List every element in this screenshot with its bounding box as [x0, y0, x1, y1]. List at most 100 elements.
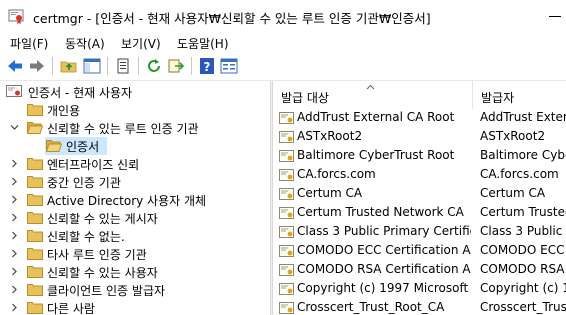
table-row[interactable]: Certum CA Certum CA	[273, 185, 566, 204]
folder-icon	[27, 230, 43, 242]
certificate-icon	[279, 169, 294, 181]
issued-by-cell: COMODO RSA C	[480, 262, 566, 276]
chevron-right-icon[interactable]	[10, 159, 19, 168]
show-hide-tree-icon[interactable]	[83, 57, 101, 75]
certificate-icon	[279, 207, 294, 219]
issued-by-cell: Certum Trusted	[480, 205, 566, 219]
chevron-right-icon[interactable]	[10, 177, 19, 186]
tree-item-label: 신뢰할 수 있는 게시자	[47, 212, 158, 226]
issued-to-cell: AddTrust External CA Root	[297, 110, 455, 124]
certificate-icon	[279, 264, 294, 276]
table-row[interactable]: Certum Trusted Network CA Certum Trusted	[273, 204, 566, 223]
folder-open-icon	[27, 122, 43, 134]
certmgr-app-icon	[8, 9, 24, 24]
certificate-icon	[279, 131, 294, 143]
column-header-issued-to[interactable]: 발급 대상	[273, 81, 473, 109]
tree-item-client-auth-issuers[interactable]: 클라이언트 인증 발급자	[0, 281, 270, 299]
menu-file[interactable]: 파일(F)	[10, 35, 48, 52]
tree-root[interactable]: 인증서 - 현재 사용자	[0, 83, 270, 101]
issued-to-cell: CA.forcs.com	[297, 167, 376, 181]
folder-icon	[27, 302, 43, 314]
issued-by-cell: CA.forcs.com	[480, 167, 559, 181]
chevron-right-icon[interactable]	[10, 303, 19, 312]
issued-by-cell: Baltimore Cyber	[480, 148, 566, 162]
table-row[interactable]: CA.forcs.com CA.forcs.com	[273, 166, 566, 185]
issued-to-cell: Certum Trusted Network CA	[297, 205, 464, 219]
column-header-issued-by[interactable]: 발급자	[473, 81, 566, 109]
issued-to-cell: Copyright (c) 1997 Microsoft ...	[297, 281, 471, 295]
chevron-right-icon[interactable]	[10, 249, 19, 258]
certificate-icon	[279, 150, 294, 162]
menu-view[interactable]: 보기(V)	[121, 35, 161, 52]
folder-open-icon	[46, 140, 62, 152]
issued-by-cell: AddTrust External	[480, 110, 566, 124]
column-header-label: 발급 대상	[281, 91, 329, 105]
sort-ascending-icon	[366, 84, 375, 90]
chevron-down-icon[interactable]	[10, 123, 19, 132]
menu-help[interactable]: 도움말(H)	[177, 35, 229, 52]
issued-to-cell: ASTxRoot2	[297, 129, 363, 143]
tree-item-intermediate-ca[interactable]: 중간 인증 기관	[0, 173, 270, 191]
copy-icon[interactable]	[114, 57, 132, 75]
tree-item-trusted-root[interactable]: 신뢰할 수 있는 루트 인증 기관	[0, 119, 270, 137]
issued-to-cell: Certum CA	[297, 186, 363, 200]
chevron-right-icon[interactable]	[10, 231, 19, 240]
menu-action[interactable]: 동작(A)	[65, 35, 105, 52]
chevron-right-icon[interactable]	[10, 213, 19, 222]
tree-item-label: 엔터프라이즈 신뢰	[47, 158, 140, 172]
tree-item-label: 신뢰할 수 있는 사용자	[47, 266, 158, 280]
export-list-icon[interactable]	[167, 57, 185, 75]
table-row[interactable]: Crosscert_Trust_Root_CA Crosscert_Trust	[273, 299, 566, 315]
tree-item-trusted-people[interactable]: 신뢰할 수 있는 사용자	[0, 263, 270, 281]
issued-by-cell: Crosscert_Trust	[480, 300, 566, 314]
toolbar-separator	[107, 57, 108, 75]
tree-item-personal[interactable]: 개인용	[0, 101, 270, 119]
forward-arrow-icon[interactable]	[28, 57, 46, 75]
back-arrow-icon[interactable]	[6, 57, 24, 75]
table-row[interactable]: Baltimore CyberTrust Root Baltimore Cyber	[273, 147, 566, 166]
certificate-icon	[279, 302, 294, 314]
tree-item-third-party-root[interactable]: 타사 루트 인증 기관	[0, 245, 270, 263]
issued-to-cell: COMODO RSA Certification A...	[297, 262, 471, 276]
minimize-button[interactable]	[538, 6, 566, 26]
issued-by-cell: Class 3 Public P	[480, 224, 566, 238]
toolbar-separator	[138, 57, 139, 75]
tree-item-ad-user-object[interactable]: Active Directory 사용자 개체	[0, 191, 270, 209]
chevron-right-icon[interactable]	[10, 267, 19, 276]
issued-to-cell: Class 3 Public Primary Certific...	[297, 224, 471, 238]
table-row[interactable]: Copyright (c) 1997 Microsoft ... Copyrigh…	[273, 280, 566, 299]
tree-item-label: 개인용	[47, 104, 81, 118]
tree-item-certificates[interactable]: 인증서	[0, 137, 270, 155]
table-row[interactable]: COMODO RSA Certification A... COMODO RSA …	[273, 261, 566, 280]
tree-item-other-people[interactable]: 다른 사람	[0, 299, 270, 315]
issued-by-cell: Certum CA	[480, 186, 546, 200]
tree-item-trusted-publishers[interactable]: 신뢰할 수 있는 게시자	[0, 209, 270, 227]
tree-item-label: Active Directory 사용자 개체	[47, 194, 207, 208]
chevron-right-icon[interactable]	[10, 195, 19, 204]
tree-item-enterprise-trust[interactable]: 엔터프라이즈 신뢰	[0, 155, 270, 173]
tree-pane[interactable]: 인증서 - 현재 사용자 개인용 신뢰할 수 있는 루트 인증 기관 인증서 엔…	[0, 81, 270, 315]
tree-item-untrusted[interactable]: 신뢰할 수 없는.	[0, 227, 270, 245]
properties-icon[interactable]	[220, 57, 238, 75]
table-row[interactable]: AddTrust External CA Root AddTrust Extern…	[273, 109, 566, 128]
certificate-icon	[279, 226, 294, 238]
window-title: certmgr - [인증서 - 현재 사용자₩신뢰할 수 있는 루트 인증 기…	[33, 11, 431, 26]
toolbar-separator	[52, 57, 53, 75]
table-row[interactable]: ASTxRoot2 ASTxRoot2	[273, 128, 566, 147]
tree-item-label: 다른 사람	[47, 302, 95, 315]
folder-icon	[27, 284, 43, 296]
issued-to-cell: COMODO ECC Certification A...	[297, 243, 471, 257]
refresh-icon[interactable]	[145, 57, 163, 75]
chevron-right-icon[interactable]	[10, 285, 19, 294]
tree-item-label: 중간 인증 기관	[47, 176, 121, 190]
table-row[interactable]: COMODO ECC Certification A... COMODO ECC …	[273, 242, 566, 261]
certificate-icon	[279, 245, 294, 257]
certificate-list[interactable]: 발급 대상 발급자 AddTrust External CA Root AddTr…	[273, 81, 566, 315]
help-icon[interactable]: ?	[198, 57, 216, 75]
menu-bar: 파일(F) 동작(A) 보기(V) 도움말(H)	[0, 32, 566, 52]
svg-text:?: ?	[204, 60, 211, 74]
issued-by-cell: ASTxRoot2	[480, 129, 546, 143]
issued-to-cell: Baltimore CyberTrust Root	[297, 148, 455, 162]
up-folder-icon[interactable]	[60, 57, 78, 75]
table-row[interactable]: Class 3 Public Primary Certific... Class …	[273, 223, 566, 242]
